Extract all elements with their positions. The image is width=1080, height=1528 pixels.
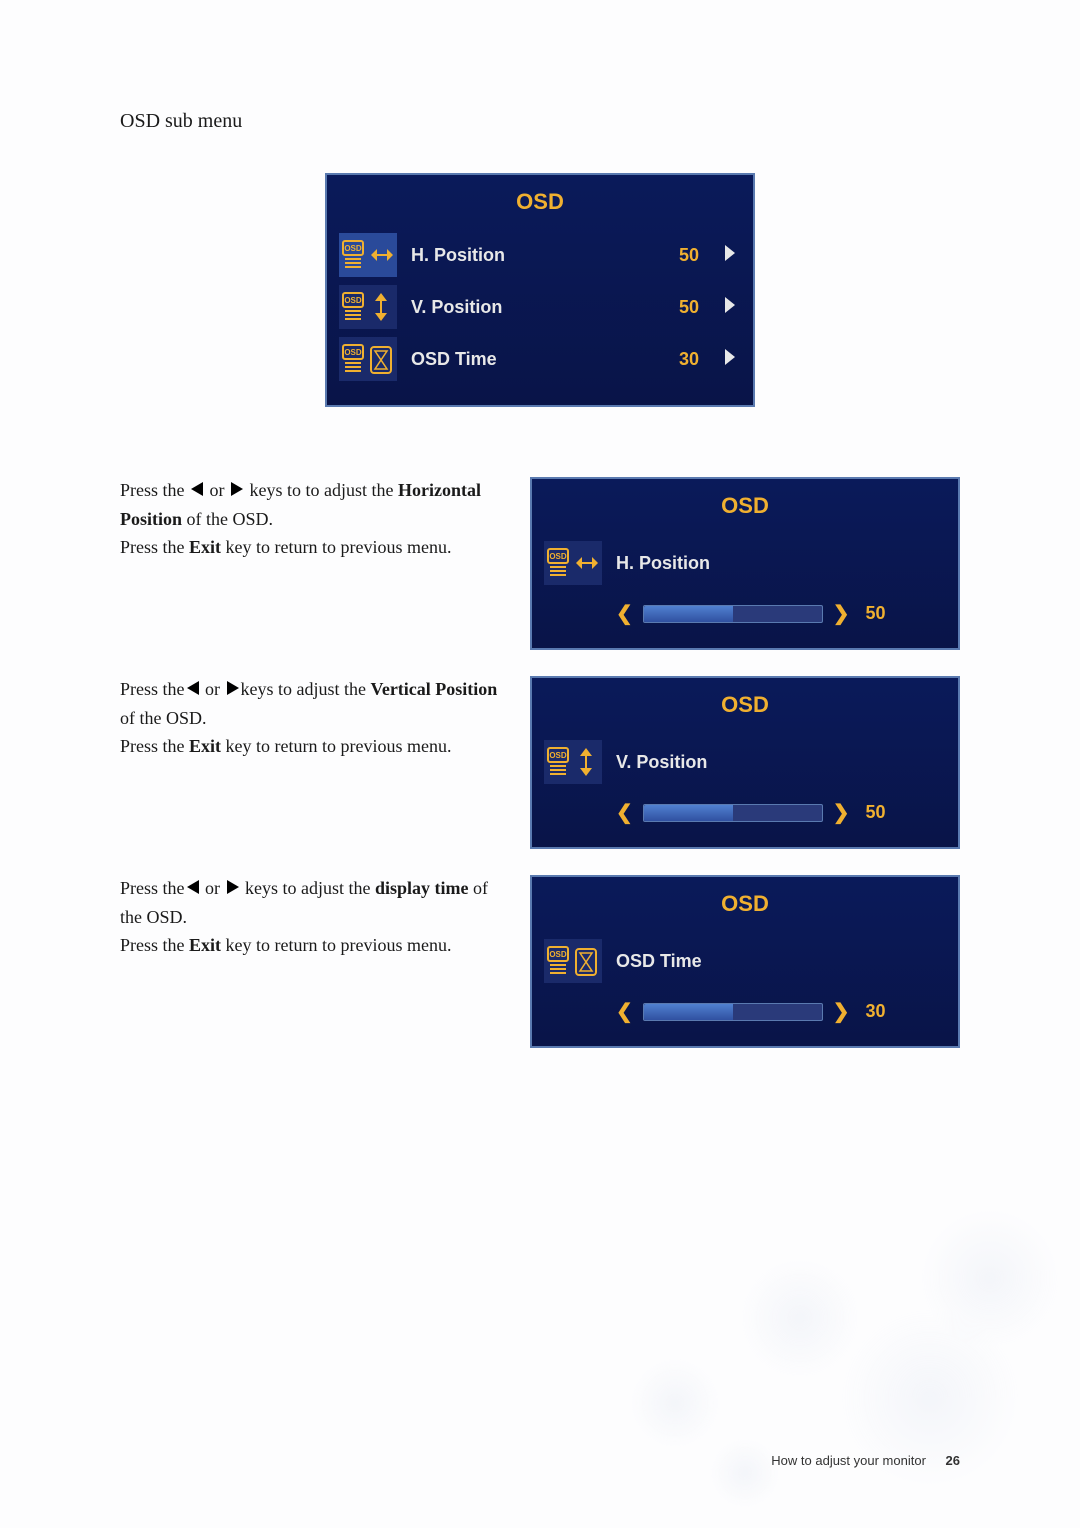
section-title: OSD sub menu xyxy=(120,110,960,133)
osd-menu-row[interactable]: OSD OSD Time 30 xyxy=(327,333,753,385)
osd-detail-row: OSD H. Position xyxy=(532,533,958,593)
page-number: 26 xyxy=(946,1453,960,1468)
left-arrow-icon xyxy=(185,677,201,705)
osd-row-label: OSD Time xyxy=(411,349,665,370)
instruction-text: Press the or keys to adjust the display … xyxy=(120,875,500,960)
chevron-right-icon xyxy=(725,349,735,370)
slider-left-icon[interactable]: ❮ xyxy=(616,601,633,626)
osd-detail-label: V. Position xyxy=(616,752,940,773)
osd-main-panel: OSD OSD H. Position 50 OSD V. Position 5… xyxy=(325,173,755,407)
slider-value: 50 xyxy=(866,603,886,624)
osd-detail-panel: OSD OSD V. Position ❮ ❯ 50 xyxy=(530,676,960,849)
slider-right-icon[interactable]: ❯ xyxy=(833,601,850,626)
slider-fill xyxy=(644,606,733,622)
slider-track[interactable] xyxy=(643,1003,823,1021)
svg-text:OSD: OSD xyxy=(344,348,362,357)
slider-track[interactable] xyxy=(643,605,823,623)
osd-detail-label: OSD Time xyxy=(616,951,940,972)
background-bokeh xyxy=(530,1178,1080,1528)
slider-value: 50 xyxy=(866,802,886,823)
osd-slider-row[interactable]: ❮ ❯ 50 xyxy=(532,593,958,630)
svg-text:OSD: OSD xyxy=(344,296,362,305)
left-arrow-icon xyxy=(189,478,205,506)
osd-row-label: V. Position xyxy=(411,297,665,318)
svg-text:OSD: OSD xyxy=(549,950,567,959)
osd-detail-row: OSD V. Position xyxy=(532,732,958,792)
right-arrow-icon xyxy=(225,876,241,904)
svg-text:OSD: OSD xyxy=(549,751,567,760)
osd-detail-row: OSD OSD Time xyxy=(532,931,958,991)
instruction-text: Press the or keys to adjust the Vertical… xyxy=(120,676,500,761)
right-arrow-icon xyxy=(229,478,245,506)
osd-row-icon: OSD xyxy=(339,233,397,277)
slider-track[interactable] xyxy=(643,804,823,822)
page-footer: How to adjust your monitor 26 xyxy=(771,1453,960,1468)
osd-detail-panel: OSD OSD OSD Time ❮ ❯ 30 xyxy=(530,875,960,1048)
slider-value: 30 xyxy=(866,1001,886,1022)
svg-text:OSD: OSD xyxy=(549,552,567,561)
instruction-row: Press the or keys to adjust the Vertical… xyxy=(120,676,960,849)
osd-detail-title: OSD xyxy=(532,877,958,931)
osd-detail-title: OSD xyxy=(532,678,958,732)
osd-menu-row[interactable]: OSD V. Position 50 xyxy=(327,281,753,333)
osd-detail-icon: OSD xyxy=(544,939,602,983)
instruction-row: Press the or keys to to adjust the Horiz… xyxy=(120,477,960,650)
osd-detail-title: OSD xyxy=(532,479,958,533)
osd-row-value: 30 xyxy=(679,349,699,370)
osd-detail-label: H. Position xyxy=(616,553,940,574)
osd-detail-icon: OSD xyxy=(544,541,602,585)
slider-fill xyxy=(644,1004,733,1020)
slider-left-icon[interactable]: ❮ xyxy=(616,800,633,825)
osd-slider-row[interactable]: ❮ ❯ 50 xyxy=(532,792,958,829)
osd-menu-row[interactable]: OSD H. Position 50 xyxy=(327,229,753,281)
instruction-row: Press the or keys to adjust the display … xyxy=(120,875,960,1048)
osd-main-title: OSD xyxy=(327,175,753,229)
slider-left-icon[interactable]: ❮ xyxy=(616,999,633,1024)
right-arrow-icon xyxy=(225,677,241,705)
svg-text:OSD: OSD xyxy=(344,244,362,253)
osd-slider-row[interactable]: ❮ ❯ 30 xyxy=(532,991,958,1028)
chevron-right-icon xyxy=(725,297,735,318)
osd-row-icon: OSD xyxy=(339,337,397,381)
osd-row-value: 50 xyxy=(679,297,699,318)
instruction-text: Press the or keys to to adjust the Horiz… xyxy=(120,477,500,562)
slider-right-icon[interactable]: ❯ xyxy=(833,999,850,1024)
chevron-right-icon xyxy=(725,245,735,266)
slider-right-icon[interactable]: ❯ xyxy=(833,800,850,825)
footer-text: How to adjust your monitor xyxy=(771,1453,926,1468)
slider-fill xyxy=(644,805,733,821)
osd-row-label: H. Position xyxy=(411,245,665,266)
osd-detail-icon: OSD xyxy=(544,740,602,784)
left-arrow-icon xyxy=(185,876,201,904)
osd-detail-panel: OSD OSD H. Position ❮ ❯ 50 xyxy=(530,477,960,650)
osd-row-icon: OSD xyxy=(339,285,397,329)
osd-row-value: 50 xyxy=(679,245,699,266)
